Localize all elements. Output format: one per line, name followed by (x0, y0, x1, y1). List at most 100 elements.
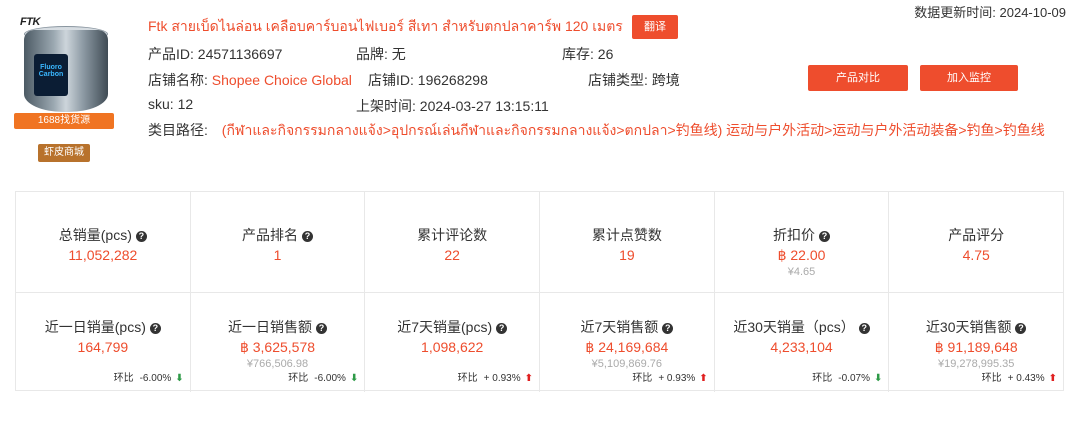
stat-trend: 环比 -6.00% ⬇ (114, 369, 184, 384)
trend-value: -6.00% (314, 373, 346, 384)
question-circle-icon[interactable]: ? (149, 323, 161, 334)
sku-value: 12 (177, 96, 194, 112)
stat-value: ฿ 22.00 (777, 247, 826, 263)
stat-label: 累计点赞数 (540, 225, 714, 245)
product-image[interactable]: Fluoro Carbon FTK (16, 16, 114, 114)
stat-trend: 环比 + 0.43% ⬆ (982, 369, 1057, 384)
stock-field: 库存: 26 (562, 44, 613, 64)
stat-label-text: 折扣价 (773, 227, 816, 243)
stat-cell: 产品评分 4.75 (888, 192, 1063, 292)
stat-value: 19 (619, 247, 635, 263)
sku-label: sku: (148, 96, 174, 112)
stats-row-totals: 总销量(pcs)? 11,052,282 产品排名? 1 累计评论数 22 累计点赞数 19 折… (16, 192, 1063, 292)
stat-trend: 环比 + 0.93% ⬆ (632, 369, 707, 384)
question-circle-icon[interactable]: ? (819, 231, 831, 242)
question-circle-icon[interactable]: ? (302, 231, 313, 242)
stock-value: 26 (597, 46, 614, 62)
stat-label: 近一日销售额? (191, 317, 365, 337)
arrow-down-icon: ⬇ (175, 373, 184, 384)
shop-name-link[interactable]: Shopee Choice Global (212, 72, 352, 88)
listed-time-value: 2024-03-27 13:15:11 (419, 98, 549, 114)
stat-label-text: 近30天销量（pcs） (733, 319, 855, 335)
trend-label: 环比 (113, 373, 134, 384)
stat-cell: 近一日销售额? ฿ 3,625,578 ¥766,506.98 环比 -6.00% ⬇ (189, 293, 365, 392)
shop-name-label: 店铺名称: (148, 72, 208, 88)
stat-value: 4.75 (962, 247, 990, 263)
stat-cell: 近30天销量（pcs）? 4,233,104 环比 -0.07% ⬇ (713, 293, 889, 392)
find-source-button[interactable]: 1688找货源 (14, 113, 114, 129)
trend-label: 环比 (632, 373, 653, 384)
stat-label: 近一日销量(pcs)? (16, 317, 190, 337)
stat-trend: 环比 + 0.93% ⬆ (458, 369, 533, 384)
trend-value: + 0.93% (658, 373, 696, 384)
stat-label-text: 产品评分 (948, 227, 1005, 243)
question-circle-icon[interactable]: ? (496, 323, 508, 334)
stat-value: ฿ 24,169,684 (585, 339, 669, 355)
stat-label: 产品评分 (889, 225, 1063, 245)
shop-name-field: 店铺名称: Shopee Choice Global (148, 70, 352, 90)
compare-button[interactable]: 产品对比 (808, 65, 908, 91)
listed-time-label: 上架时间: (356, 98, 416, 114)
brand-value: 无 (391, 46, 406, 62)
stat-label-text: 近7天销量(pcs) (397, 319, 493, 335)
stat-value: ฿ 91,189,648 (934, 339, 1018, 355)
stats-row-periods: 近一日销量(pcs)? 164,799 环比 -6.00% ⬇ 近一日销售额? ฿ 3,62… (16, 292, 1063, 392)
stats-panel: 总销量(pcs)? 11,052,282 产品排名? 1 累计评论数 22 累计点赞数 19 折… (15, 191, 1064, 392)
shop-id-field: 店铺ID: 196268298 (368, 70, 488, 90)
translate-button[interactable]: 翻译 (632, 15, 678, 39)
category-path-link[interactable]: (กีฬาและกิจกรรมกลางแจ้ง>อุปกรณ์เล่นกีฬาแ… (222, 122, 1045, 138)
product-title[interactable]: Ftk สายเบ็ดไนล่อน เคลือบคาร์บอนไฟเบอร์ ส… (148, 16, 623, 38)
stat-label: 产品排名? (191, 225, 365, 245)
trend-label: 环比 (812, 373, 833, 384)
question-circle-icon[interactable]: ? (662, 323, 674, 334)
stat-cell: 近一日销量(pcs)? 164,799 环比 -6.00% ⬇ (16, 293, 190, 392)
trend-value: + 0.43% (1007, 373, 1045, 384)
shopee-mall-badge: 虾皮商城 (38, 144, 90, 162)
product-id-value: 24571136697 (197, 46, 283, 62)
stat-value: 4,233,104 (770, 339, 833, 355)
stat-label-text: 近一日销量(pcs) (44, 319, 146, 335)
trend-label: 环比 (457, 373, 478, 384)
stat-cell: 近7天销量(pcs)? 1,098,622 环比 + 0.93% ⬆ (364, 293, 539, 392)
data-updated-value: 2024-10-09 (999, 5, 1067, 20)
stat-label: 近30天销售额? (889, 317, 1063, 337)
stat-cell: 近7天销售额? ฿ 24,169,684 ¥5,109,869.76 环比 + 0.93… (539, 293, 714, 392)
trend-label: 环比 (288, 373, 309, 384)
stat-label-text: 近一日销售额 (228, 319, 312, 335)
stat-value: 1,098,622 (421, 339, 484, 355)
question-circle-icon[interactable]: ? (858, 323, 870, 334)
stat-cell: 总销量(pcs)? 11,052,282 (16, 192, 190, 292)
stat-trend: 环比 -6.00% ⬇ (288, 369, 358, 384)
shop-type-label: 店铺类型: (588, 72, 648, 88)
product-image-brand: FTK (20, 16, 40, 28)
stat-value: 22 (444, 247, 460, 263)
question-circle-icon[interactable]: ? (135, 231, 147, 242)
stat-label-text: 总销量(pcs) (58, 227, 132, 243)
data-updated: 数据更新时间: 2024-10-09 (914, 2, 1066, 21)
category-path: 类目路径: (กีฬาและกิจกรรมกลางแจ้ง>อุปกรณ์เล่… (148, 120, 1045, 142)
product-id-label: 产品ID: (148, 46, 194, 62)
question-circle-icon[interactable]: ? (1015, 323, 1027, 334)
stat-label-text: 累计点赞数 (591, 227, 662, 243)
spool-label: Fluoro Carbon (34, 54, 68, 96)
stat-label-text: 产品排名 (242, 227, 298, 243)
shop-type-field: 店铺类型: 跨境 (588, 70, 680, 90)
arrow-up-icon: ⬆ (699, 373, 708, 384)
arrow-down-icon: ⬇ (349, 373, 359, 384)
trend-label: 环比 (981, 373, 1002, 384)
stat-label: 近7天销售额? (540, 317, 714, 337)
stat-trend: 环比 -0.07% ⬇ (812, 369, 882, 384)
listed-time-field: 上架时间: 2024-03-27 13:15:11 (356, 96, 549, 116)
stat-value: ฿ 3,625,578 (239, 339, 316, 355)
trend-value: + 0.93% (483, 373, 521, 384)
stat-label: 折扣价? (715, 225, 889, 245)
trend-value: -6.00% (139, 373, 172, 384)
question-circle-icon[interactable]: ? (316, 323, 327, 334)
stat-label-text: 累计评论数 (417, 227, 488, 243)
add-monitor-button[interactable]: 加入监控 (920, 65, 1018, 91)
stat-cell: 累计评论数 22 (364, 192, 539, 292)
stat-cell: 产品排名? 1 (189, 192, 365, 292)
stat-label-text: 近7天销售额 (580, 319, 659, 335)
brand-field: 品牌: 无 (356, 44, 406, 64)
shop-id-label: 店铺ID: (368, 72, 414, 88)
